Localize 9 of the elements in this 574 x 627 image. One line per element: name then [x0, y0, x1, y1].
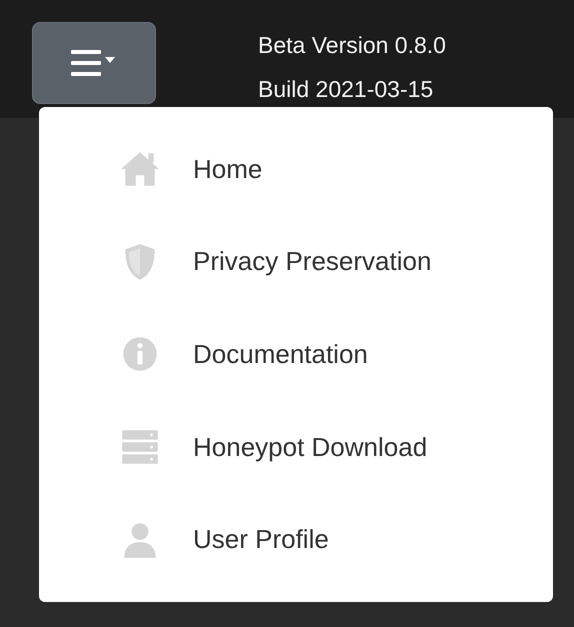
- menu-icon: [71, 48, 117, 78]
- menu-item[interactable]: Privacy Preservation: [39, 216, 553, 308]
- build-text: Build 2021-03-15: [258, 75, 434, 104]
- menu-item[interactable]: Documentation: [39, 308, 553, 401]
- menu-button[interactable]: [32, 22, 156, 104]
- menu-item[interactable]: Home: [39, 123, 553, 216]
- version-text: Beta Version 0.8.0: [258, 31, 446, 60]
- menu-item[interactable]: Honeypot Download: [39, 400, 553, 494]
- menu-item[interactable]: User Profile: [39, 493, 553, 586]
